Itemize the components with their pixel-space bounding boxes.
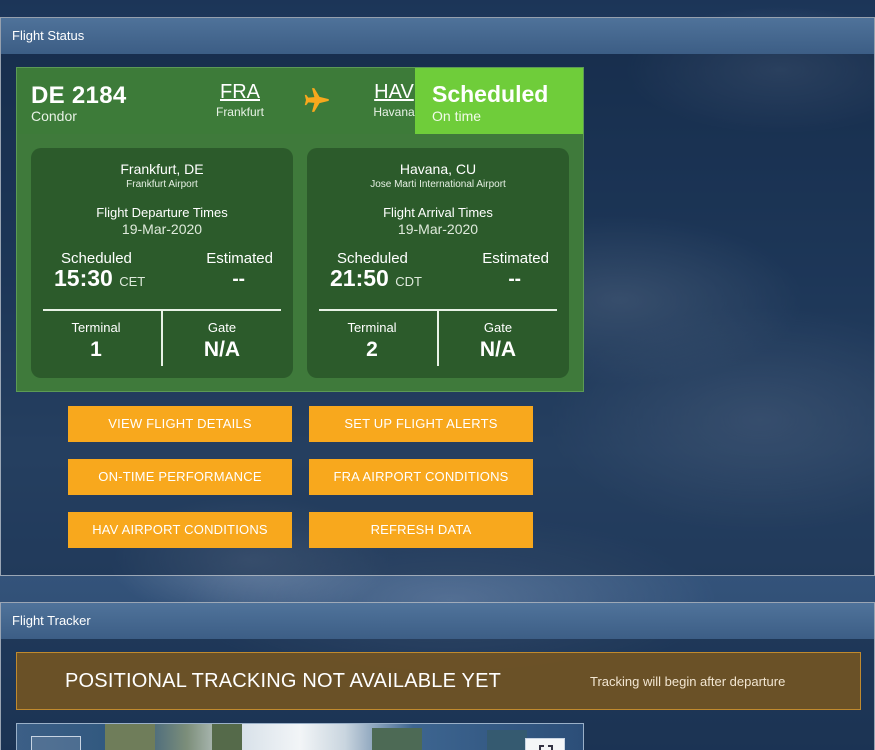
fra-airport-conditions-button[interactable]: FRA AIRPORT CONDITIONS <box>309 459 533 495</box>
panel-header-flight-status: Flight Status <box>1 18 874 54</box>
arrival-terminal-label: Terminal <box>347 320 397 335</box>
departure-estimated-label: Estimated <box>206 250 273 267</box>
flight-card: DE 2184 Condor FRA Frankfurt HAV Havana … <box>16 67 584 392</box>
arrival-times-title: Flight Arrival Times <box>383 205 493 220</box>
flight-card-header: DE 2184 Condor FRA Frankfurt HAV Havana … <box>17 68 583 134</box>
departure-gate: N/A <box>203 338 241 361</box>
arrival-estimated-label: Estimated <box>482 250 549 267</box>
tracking-banner: POSITIONAL TRACKING NOT AVAILABLE YET Tr… <box>16 652 861 710</box>
tracking-banner-subtitle: Tracking will begin after departure <box>590 674 786 689</box>
fullscreen-icon-glyph <box>539 745 553 750</box>
panel-header-flight-tracker: Flight Tracker <box>1 603 874 639</box>
map-land <box>372 728 422 750</box>
arrival-gate-label: Gate <box>483 320 513 335</box>
flight-alerts-button[interactable]: SET UP FLIGHT ALERTS <box>309 406 533 442</box>
map-zoom-control[interactable] <box>31 736 81 750</box>
departure-airport: Frankfurt Airport <box>126 179 198 190</box>
fullscreen-icon[interactable] <box>525 738 565 750</box>
arrival-terminal: 2 <box>366 338 378 361</box>
arrival-timezone: CDT <box>395 274 422 289</box>
refresh-data-button[interactable]: REFRESH DATA <box>309 512 533 548</box>
departure-timezone: CET <box>119 274 146 289</box>
plane-icon <box>304 88 329 112</box>
airline-name: Condor <box>31 108 77 124</box>
flight-tracker-panel: Flight Tracker POSITIONAL TRACKING NOT A… <box>0 602 875 750</box>
departure-scheduled-time: 15:30 CET <box>54 265 146 291</box>
on-time-performance-button[interactable]: ON-TIME PERFORMANCE <box>68 459 292 495</box>
map-land <box>487 730 527 750</box>
departure-date: 19-Mar-2020 <box>121 221 203 237</box>
status-badge: Scheduled On time <box>415 68 583 134</box>
arrival-estimated-time: -- <box>508 269 521 290</box>
arrival-date: 19-Mar-2020 <box>397 221 479 237</box>
flight-map[interactable] <box>16 723 584 750</box>
arrival-gate: N/A <box>479 338 517 361</box>
tracking-banner-title: POSITIONAL TRACKING NOT AVAILABLE YET <box>65 670 502 692</box>
arrival-airport: Jose Marti International Airport <box>370 179 506 190</box>
hav-airport-conditions-button[interactable]: HAV AIRPORT CONDITIONS <box>68 512 292 548</box>
arrival-scheduled-time: 21:50 CDT <box>330 265 422 291</box>
origin-code-link[interactable]: FRA <box>205 81 275 104</box>
status-label: Scheduled <box>432 81 549 107</box>
flight-status-panel: Flight Status DE 2184 Condor FRA Frankfu… <box>0 17 875 576</box>
departure-city: Frankfurt, DE <box>120 161 204 177</box>
departure-gate-label: Gate <box>207 320 237 335</box>
departure-times-title: Flight Departure Times <box>96 205 228 220</box>
departure-terminal: 1 <box>90 338 102 361</box>
map-land <box>212 724 242 750</box>
map-land <box>105 724 155 750</box>
departure-panel: Frankfurt, DE Frankfurt Airport Flight D… <box>31 148 293 378</box>
status-sublabel: On time <box>432 108 482 124</box>
arrival-city: Havana, CU <box>399 161 477 177</box>
arrival-panel: Havana, CU Jose Marti International Airp… <box>307 148 569 378</box>
origin-city: Frankfurt <box>215 105 264 119</box>
departure-estimated-time: -- <box>232 269 245 290</box>
view-flight-details-button[interactable]: VIEW FLIGHT DETAILS <box>68 406 292 442</box>
flight-number: DE 2184 <box>31 82 127 109</box>
departure-terminal-label: Terminal <box>71 320 121 335</box>
